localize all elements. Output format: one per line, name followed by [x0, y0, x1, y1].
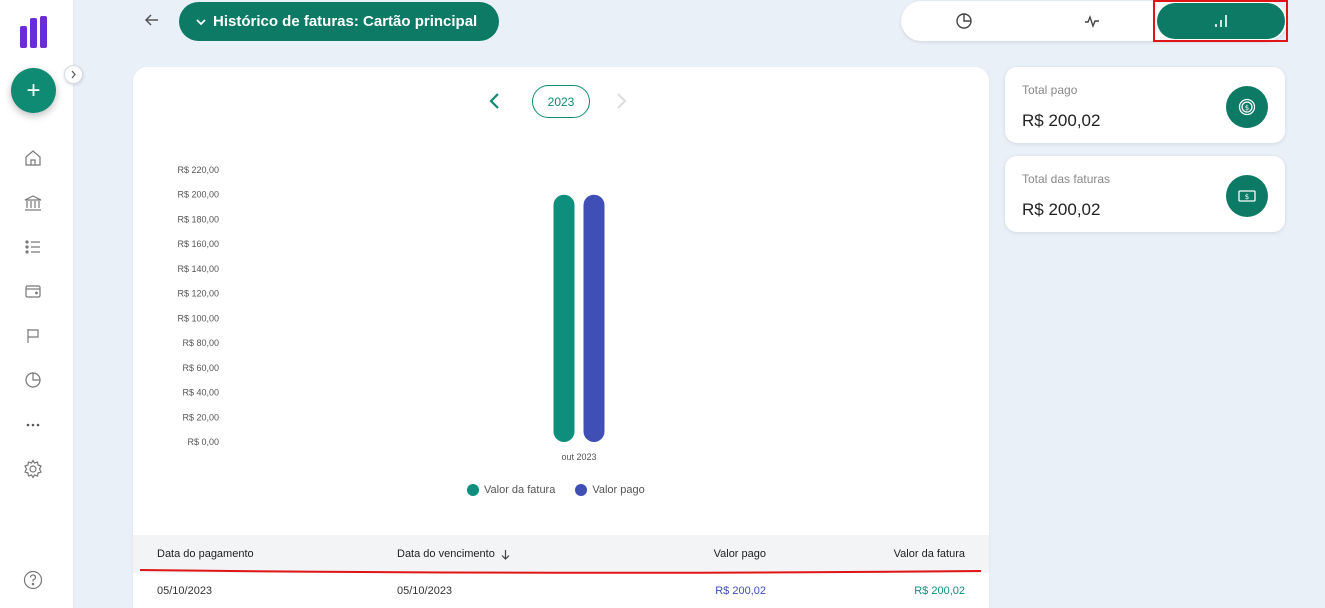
y-tick-label: R$ 160,00: [177, 239, 219, 249]
bar-valor-da-fatura[interactable]: [553, 194, 575, 442]
total-invoices-label: Total das faturas: [1022, 172, 1111, 186]
cell-due-date: 05/10/2023: [397, 584, 453, 597]
y-tick-label: R$ 100,00: [177, 313, 219, 323]
y-tick-label: R$ 180,00: [177, 214, 219, 224]
bank-icon[interactable]: [22, 192, 44, 214]
highlight-annotation: [1153, 0, 1288, 42]
red-underline-annotation: [139, 569, 982, 574]
year-selector[interactable]: 2023: [532, 85, 590, 118]
invoice-history-dropdown[interactable]: Histórico de faturas: Cartão principal: [179, 2, 499, 41]
year-navigator: 2023: [133, 85, 989, 119]
legend-item-pago[interactable]: Valor pago: [575, 484, 645, 496]
add-button[interactable]: +: [11, 68, 56, 113]
x-tick-label: out 2023: [561, 452, 596, 462]
legend-label-pago: Valor pago: [592, 484, 645, 496]
more-icon[interactable]: [22, 414, 44, 436]
y-tick-label: R$ 0,00: [187, 437, 219, 447]
list-icon[interactable]: [22, 236, 44, 258]
y-tick-label: R$ 220,00: [177, 165, 219, 175]
pie-view-button[interactable]: [941, 1, 987, 41]
chart-legend: Valor da fatura Valor pago: [467, 484, 665, 496]
svg-text:$: $: [1245, 104, 1249, 112]
help-icon[interactable]: [22, 569, 44, 591]
bar-chart: R$ 0,00 R$ 20,00 R$ 40,00 R$ 60,00 R$ 80,00 R…: [177, 165, 605, 462]
legend-dot-pago: [575, 484, 588, 496]
y-tick-label: R$ 20,00: [182, 412, 219, 422]
cell-payment-date: 05/10/2023: [157, 584, 213, 597]
total-invoices-value: R$ 200,02: [1022, 200, 1101, 219]
bar-valor-pago[interactable]: [583, 194, 605, 442]
legend-item-fatura[interactable]: Valor da fatura: [467, 484, 555, 496]
expand-sidebar-button[interactable]: [64, 65, 83, 84]
back-arrow-icon[interactable]: [142, 10, 162, 30]
sort-arrow-down-icon: [500, 549, 511, 560]
y-tick-label: R$ 200,00: [177, 190, 219, 200]
cell-invoice-amount: R$ 200,02: [914, 584, 965, 597]
svg-text:$: $: [1245, 193, 1249, 201]
legend-dot-fatura: [467, 484, 479, 496]
y-tick-label: R$ 120,00: [177, 289, 219, 299]
y-tick-label: R$ 80,00: [182, 338, 219, 348]
total-invoices-card: Total das faturas R$ 200,02 $: [1005, 156, 1285, 232]
app-logo[interactable]: [20, 16, 48, 48]
pie-chart-icon[interactable]: [22, 369, 44, 391]
flag-icon[interactable]: [22, 325, 44, 347]
next-year-icon[interactable]: [611, 91, 631, 111]
settings-icon[interactable]: [22, 458, 44, 480]
coin-icon: $: [1226, 86, 1268, 128]
sidebar: +: [0, 0, 74, 608]
previous-year-icon[interactable]: [485, 91, 505, 111]
y-tick-label: R$ 60,00: [182, 363, 219, 373]
total-paid-value: R$ 200,02: [1022, 111, 1101, 130]
home-icon[interactable]: [22, 147, 44, 169]
header-due-date-label: Data do vencimento: [397, 548, 495, 560]
chart-card: 2023 R$ 0,00 R$ 20,00 R$ 40,00 R$ 60,00 R$ 8…: [133, 67, 989, 608]
y-tick-label: R$ 140,00: [177, 264, 219, 274]
cell-amount-paid: R$ 200,02: [715, 584, 766, 597]
wallet-icon[interactable]: [22, 280, 44, 302]
banknote-icon: $: [1226, 175, 1268, 217]
page-title: Histórico de faturas: Cartão principal: [213, 13, 478, 30]
line-view-button[interactable]: [1069, 1, 1115, 41]
legend-label-fatura: Valor da fatura: [484, 484, 556, 496]
y-tick-label: R$ 40,00: [182, 388, 219, 398]
total-paid-card: Total pago R$ 200,02 $: [1005, 67, 1285, 143]
chevron-down-icon: [195, 16, 207, 28]
table-row[interactable]: 05/10/2023 05/10/2023 R$ 200,02 R$ 200,0…: [133, 573, 989, 608]
total-paid-label: Total pago: [1022, 83, 1078, 97]
